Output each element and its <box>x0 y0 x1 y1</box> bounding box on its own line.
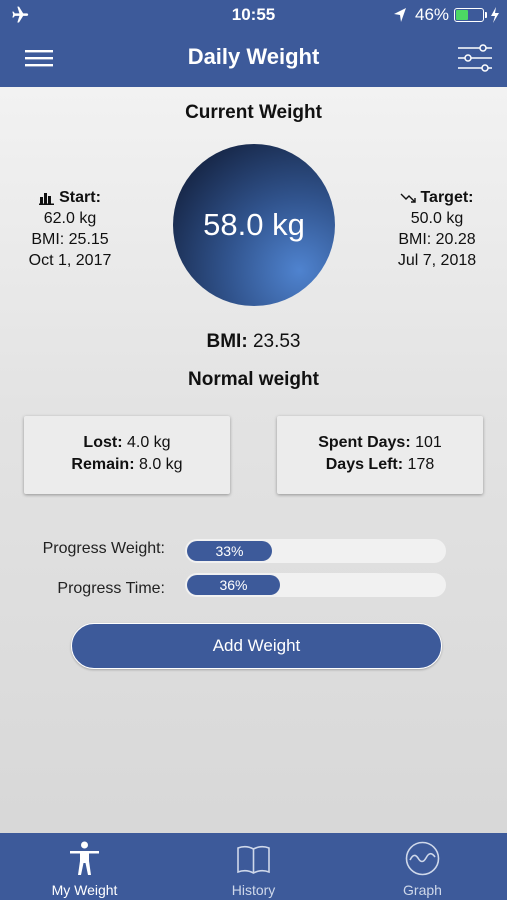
lost-row: Lost: 4.0 kg <box>24 432 230 454</box>
person-icon <box>70 841 99 875</box>
progress-weight-fill: 33% <box>187 541 272 561</box>
days-left-row: Days Left: 178 <box>277 454 483 476</box>
target-header: Target: <box>367 187 507 208</box>
progress-time-bar: 36% <box>185 573 446 597</box>
start-header: Start: <box>0 187 140 208</box>
current-weight-title: Current Weight <box>185 102 322 123</box>
location-arrow-icon <box>394 8 406 22</box>
spent-days-value: 101 <box>415 434 442 451</box>
bar-chart-icon <box>39 192 55 205</box>
bmi-label: BMI: <box>206 331 248 352</box>
days-left-value: 178 <box>407 456 435 473</box>
target-weight: 50.0 kg <box>410 210 464 227</box>
target-bmi: BMI: 20.28 <box>398 231 476 248</box>
page-title: Daily Weight <box>187 44 320 69</box>
graph-icon <box>405 841 440 876</box>
start-bmi: BMI: 25.15 <box>31 231 109 248</box>
target-label: Target: <box>420 189 474 206</box>
bmi-value: 23.53 <box>252 331 301 352</box>
remain-value: 8.0 kg <box>138 456 183 473</box>
charging-bolt-icon <box>491 7 499 23</box>
lost-label: Lost: <box>83 434 123 451</box>
remain-row: Remain: 8.0 kg <box>24 454 230 476</box>
target-stats: Target: 50.0 kg BMI: 20.28 Jul 7, 2018 <box>367 187 507 271</box>
nav-bar: Daily Weight <box>0 30 507 87</box>
target-date: Jul 7, 2018 <box>397 252 477 269</box>
bmi-category: Normal weight <box>188 369 319 390</box>
book-icon <box>237 845 270 874</box>
progress-time-label: Progress Time: <box>57 580 165 597</box>
progress-time-fill: 36% <box>187 575 280 595</box>
battery-level <box>456 10 468 20</box>
battery-icon <box>454 8 484 22</box>
settings-sliders-icon[interactable] <box>456 42 494 74</box>
battery-tip <box>485 12 487 18</box>
remain-label: Remain: <box>71 456 135 473</box>
trend-down-icon <box>400 193 417 203</box>
start-stats: Start: 62.0 kg BMI: 25.15 Oct 1, 2017 <box>0 187 140 271</box>
add-weight-button[interactable]: Add Weight <box>71 623 442 669</box>
start-weight: 62.0 kg <box>43 210 97 227</box>
current-weight-circle: 58.0 kg <box>173 144 335 306</box>
bmi-line: BMI: 23.53 <box>0 331 507 353</box>
tab-my-weight[interactable]: My Weight <box>0 833 169 900</box>
tab-graph[interactable]: Graph <box>338 833 507 900</box>
tab-my-weight-label: My Weight <box>51 882 118 898</box>
spent-days-label: Spent Days: <box>318 434 411 451</box>
days-summary-card: Spent Days: 101 Days Left: 178 <box>277 416 483 494</box>
battery-percent: 46% <box>415 5 450 24</box>
tab-graph-label: Graph <box>403 882 442 898</box>
days-left-label: Days Left: <box>325 456 404 473</box>
lost-value: 4.0 kg <box>126 434 171 451</box>
weight-summary-card: Lost: 4.0 kg Remain: 8.0 kg <box>24 416 230 494</box>
tab-history-label: History <box>231 882 276 898</box>
start-label: Start: <box>59 189 101 206</box>
progress-weight-label: Progress Weight: <box>42 540 165 557</box>
status-bar: 10:55 46% <box>0 0 507 30</box>
tab-history[interactable]: History <box>169 833 338 900</box>
start-date: Oct 1, 2017 <box>28 252 112 269</box>
current-weight-value: 58.0 kg <box>203 207 305 242</box>
spent-days-row: Spent Days: 101 <box>277 432 483 454</box>
progress-weight-bar: 33% <box>185 539 446 563</box>
tab-bar: My Weight History Graph <box>0 833 507 900</box>
